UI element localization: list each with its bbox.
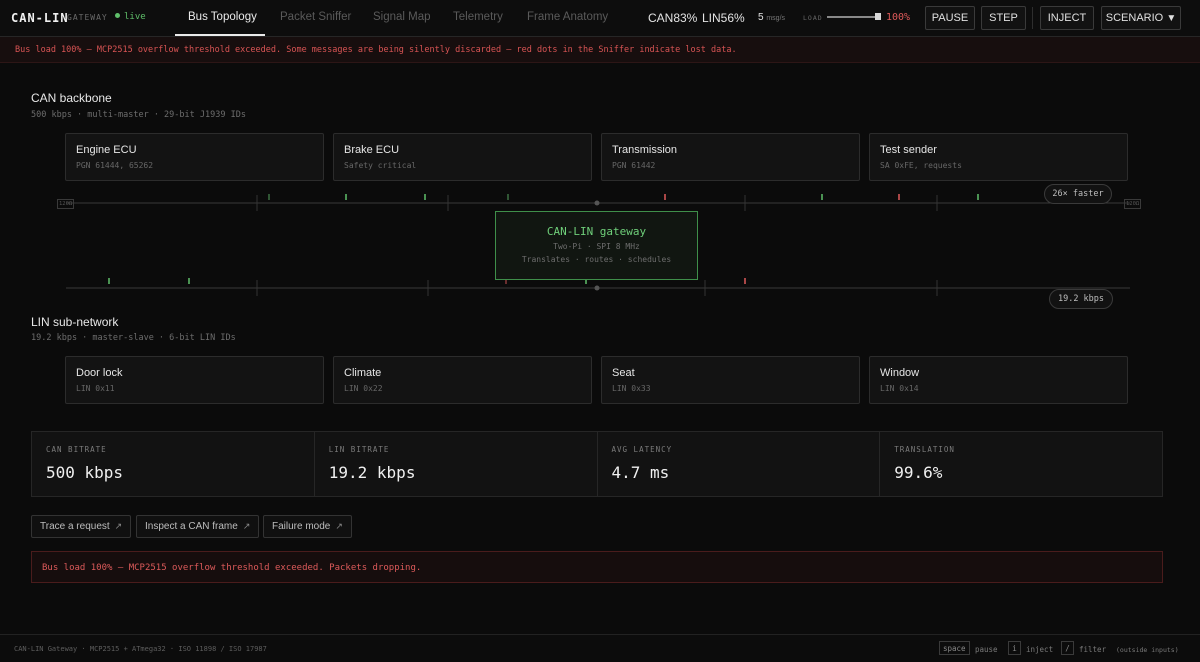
node-detail: LIN 0x33 <box>612 384 651 393</box>
lin-speed-badge: 19.2 kbps <box>1049 289 1113 309</box>
kbd-i: i <box>1008 641 1021 655</box>
stat-value: 500 kbps <box>46 463 124 482</box>
lin-section-subtitle: 19.2 kbps · master-slave · 6-bit LIN IDs <box>31 333 236 343</box>
node-name: Window <box>880 367 920 379</box>
overflow-alert: Bus load 100% — MCP2515 overflow thresho… <box>31 551 1163 583</box>
inspect-can-frame-button[interactable]: Inspect a CAN frame ↗ <box>136 515 260 538</box>
gateway-node[interactable]: CAN-LIN gateway Two-Pi · SPI 8 MHz Trans… <box>495 211 698 280</box>
stat-label: TRANSLATION <box>894 445 955 454</box>
arrow-up-right-icon: ↗ <box>335 521 343 531</box>
gateway-functions: Translates · routes · schedules <box>521 255 672 264</box>
stat-value: 4.7 ms <box>611 463 670 482</box>
node-detail: LIN 0x14 <box>880 384 919 393</box>
can-junction-dot <box>594 200 600 206</box>
stats-panel: CAN BITRATE 500 kbps LIN BITRATE 19.2 kbps… <box>31 431 1163 497</box>
stat-can-bitrate: CAN BITRATE 500 kbps <box>32 432 315 496</box>
stat-lin-bitrate: LIN BITRATE 19.2 kbps <box>314 432 598 496</box>
stat-label: CAN BITRATE <box>46 445 107 454</box>
node-detail: LIN 0x22 <box>344 384 383 393</box>
link-label: Inspect a CAN frame <box>145 521 238 532</box>
lin-node-seat[interactable]: Seat LIN 0x33 <box>601 356 860 404</box>
lin-node-door-lock[interactable]: Door lock LIN 0x11 <box>65 356 324 404</box>
trace-request-button[interactable]: Trace a request ↗ <box>31 515 132 538</box>
i-action: inject <box>1026 645 1054 654</box>
can-terminator-right: 120Ω <box>1124 199 1142 209</box>
stat-value: 99.6% <box>894 463 943 482</box>
node-name: Door lock <box>76 367 123 379</box>
node-name: Seat <box>612 367 635 379</box>
footer: CAN-LIN Gateway · MCP2515 + ATmega32 · I… <box>0 634 1200 662</box>
gateway-title: CAN-LIN gateway <box>546 225 647 238</box>
can-terminator-left: 120Ω <box>57 199 75 209</box>
arrow-up-right-icon: ↗ <box>114 521 123 531</box>
arrow-up-right-icon: ↗ <box>242 521 251 531</box>
can-speed-badge: 26× faster <box>1044 184 1112 204</box>
kbd-space: space <box>939 641 970 655</box>
lin-node-climate[interactable]: Climate LIN 0x22 <box>333 356 592 404</box>
node-name: Climate <box>344 367 382 379</box>
lin-section-title: LIN sub-network <box>31 315 119 329</box>
lin-node-window[interactable]: Window LIN 0x14 <box>869 356 1128 404</box>
stat-avg-latency: AVG LATENCY 4.7 ms <box>597 432 881 496</box>
stat-label: AVG LATENCY <box>611 445 673 454</box>
space-action: pause <box>975 645 998 654</box>
stat-value: 19.2 kbps <box>328 463 416 482</box>
stat-translation: TRANSLATION 99.6% <box>880 432 1162 496</box>
stat-label: LIN BITRATE <box>328 445 390 454</box>
link-label: Failure mode <box>272 521 331 532</box>
gateway-hardware: Two-Pi · SPI 8 MHz <box>553 242 640 251</box>
failure-mode-button[interactable]: Failure mode ↗ <box>263 515 352 538</box>
kbd-slash: / <box>1061 641 1074 655</box>
shortcut-note: (outside inputs) <box>1116 646 1179 654</box>
link-label: Trace a request <box>40 521 110 532</box>
slash-action: filter <box>1079 645 1107 654</box>
lin-junction-dot <box>594 285 600 291</box>
footer-credits: CAN-LIN Gateway · MCP2515 + ATmega32 · I… <box>14 645 267 653</box>
node-detail: LIN 0x11 <box>76 384 115 393</box>
